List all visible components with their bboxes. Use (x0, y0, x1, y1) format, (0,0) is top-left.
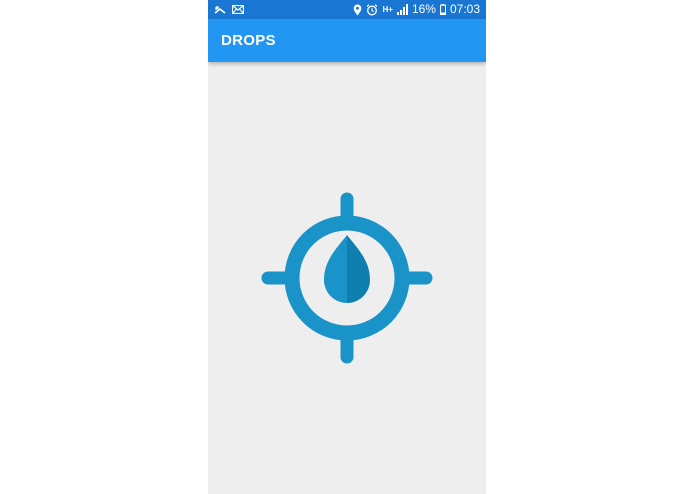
drop-left-half (324, 235, 347, 303)
signal-icon (396, 0, 408, 19)
mail-icon (232, 0, 244, 19)
status-bar-notifications (214, 0, 244, 19)
app-title: DROPS (221, 32, 276, 49)
drop-right-half (347, 235, 370, 303)
app-bar: DROPS (208, 19, 486, 62)
battery-percent: 16% (411, 2, 436, 16)
network-type-icon: H+ (382, 0, 392, 19)
alarm-icon (366, 0, 378, 19)
battery-icon (439, 0, 446, 19)
network-type-label: H+ (382, 5, 393, 14)
phone-screen: H+ 16% 07:03 DROPS (208, 0, 486, 494)
missed-call-icon (214, 0, 226, 19)
status-bar: H+ 16% 07:03 (208, 0, 486, 19)
clock: 07:03 (449, 2, 480, 16)
status-bar-system: H+ 16% 07:03 (353, 0, 480, 19)
location-icon (353, 0, 362, 19)
drop-target-icon (261, 192, 433, 364)
drop-target-svg (261, 192, 433, 364)
